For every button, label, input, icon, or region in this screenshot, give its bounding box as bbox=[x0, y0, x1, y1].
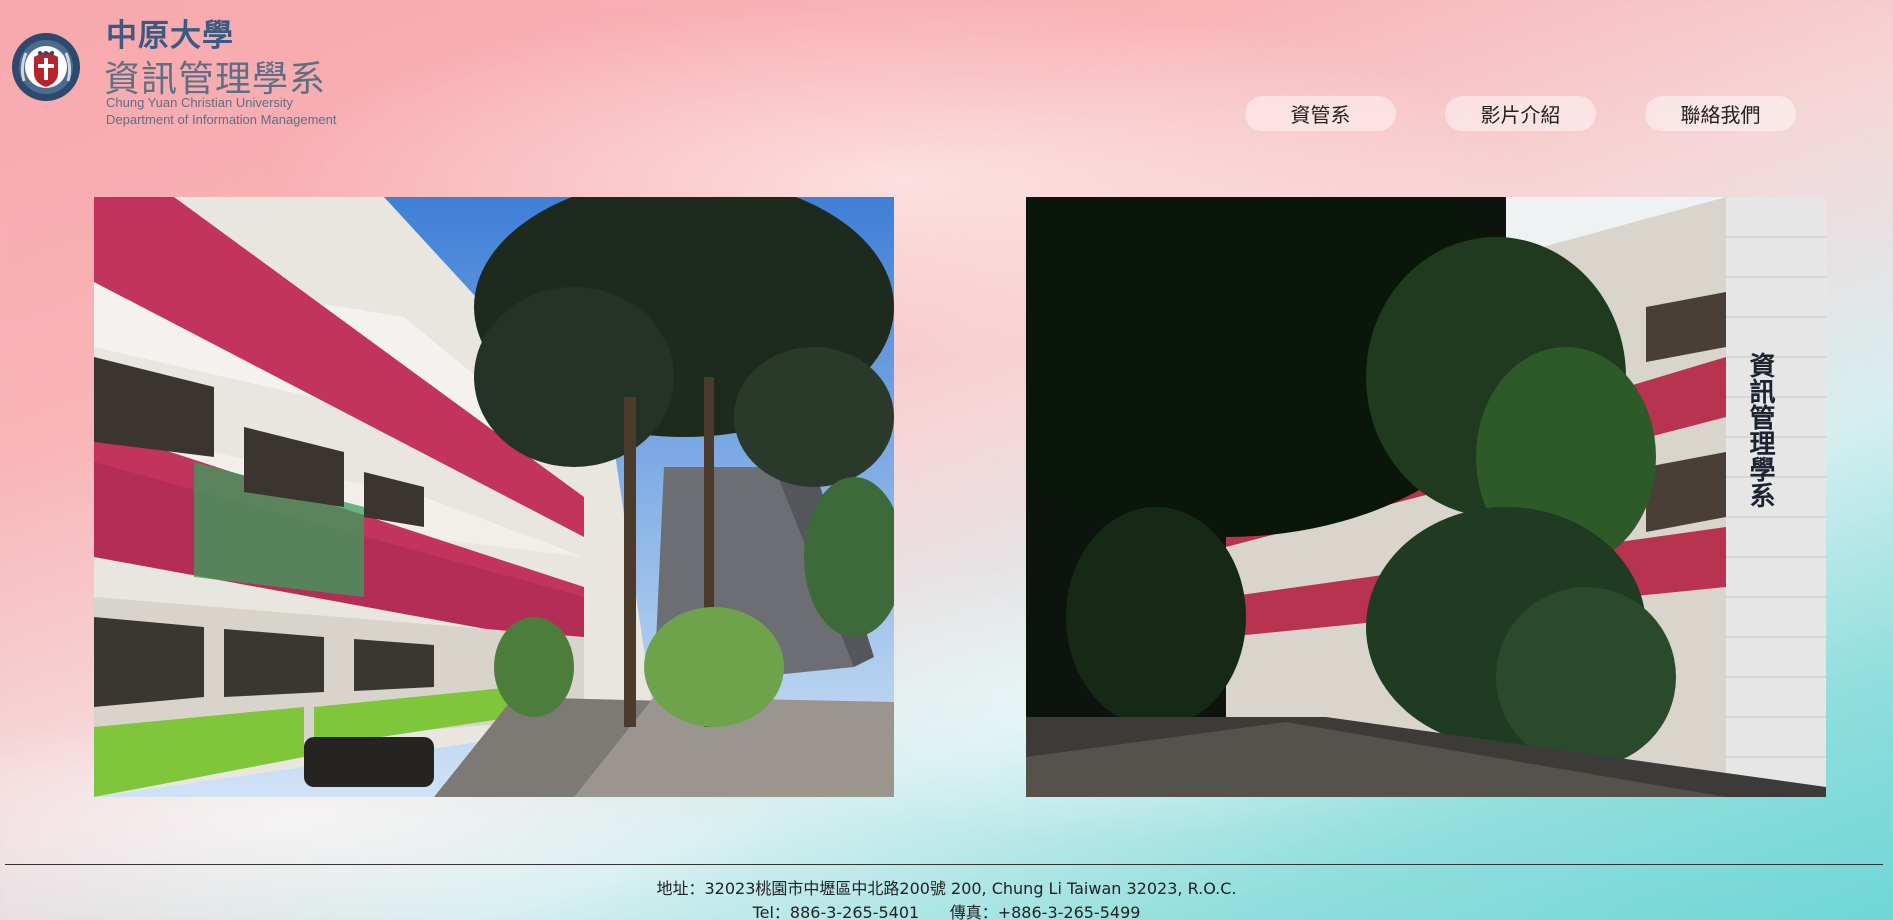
logo-department-name-en: Department of Information Management bbox=[106, 112, 337, 127]
nav-contact-button[interactable]: 聯絡我們 bbox=[1645, 96, 1796, 131]
footer-contact: Tel：886-3-265-5401 傳真：+886-3-265-5499 bbox=[752, 903, 1141, 920]
footer-divider bbox=[5, 864, 1883, 865]
logo-university-name-en: Chung Yuan Christian University bbox=[106, 95, 293, 110]
nav-video-intro-button[interactable]: 影片介紹 bbox=[1445, 96, 1596, 131]
footer-address: 地址：32023桃園市中壢區中北路200號 200, Chung Li Taiw… bbox=[656, 879, 1237, 898]
building-sign-text: 資訊管理學系 bbox=[1745, 352, 1775, 508]
campus-building-photo-right: 資訊管理學系 bbox=[1026, 197, 1826, 797]
campus-building-photo-left bbox=[94, 197, 894, 797]
building-sign: 資訊管理學系 bbox=[1745, 352, 1776, 508]
logo-university-name-cn: 中原大學 bbox=[106, 18, 234, 54]
site-logo[interactable]: 中原大學 資訊管理學系 Chung Yuan Christian Univers… bbox=[10, 10, 380, 130]
nav-department-button[interactable]: 資管系 bbox=[1245, 96, 1396, 131]
university-seal-icon bbox=[12, 33, 80, 101]
